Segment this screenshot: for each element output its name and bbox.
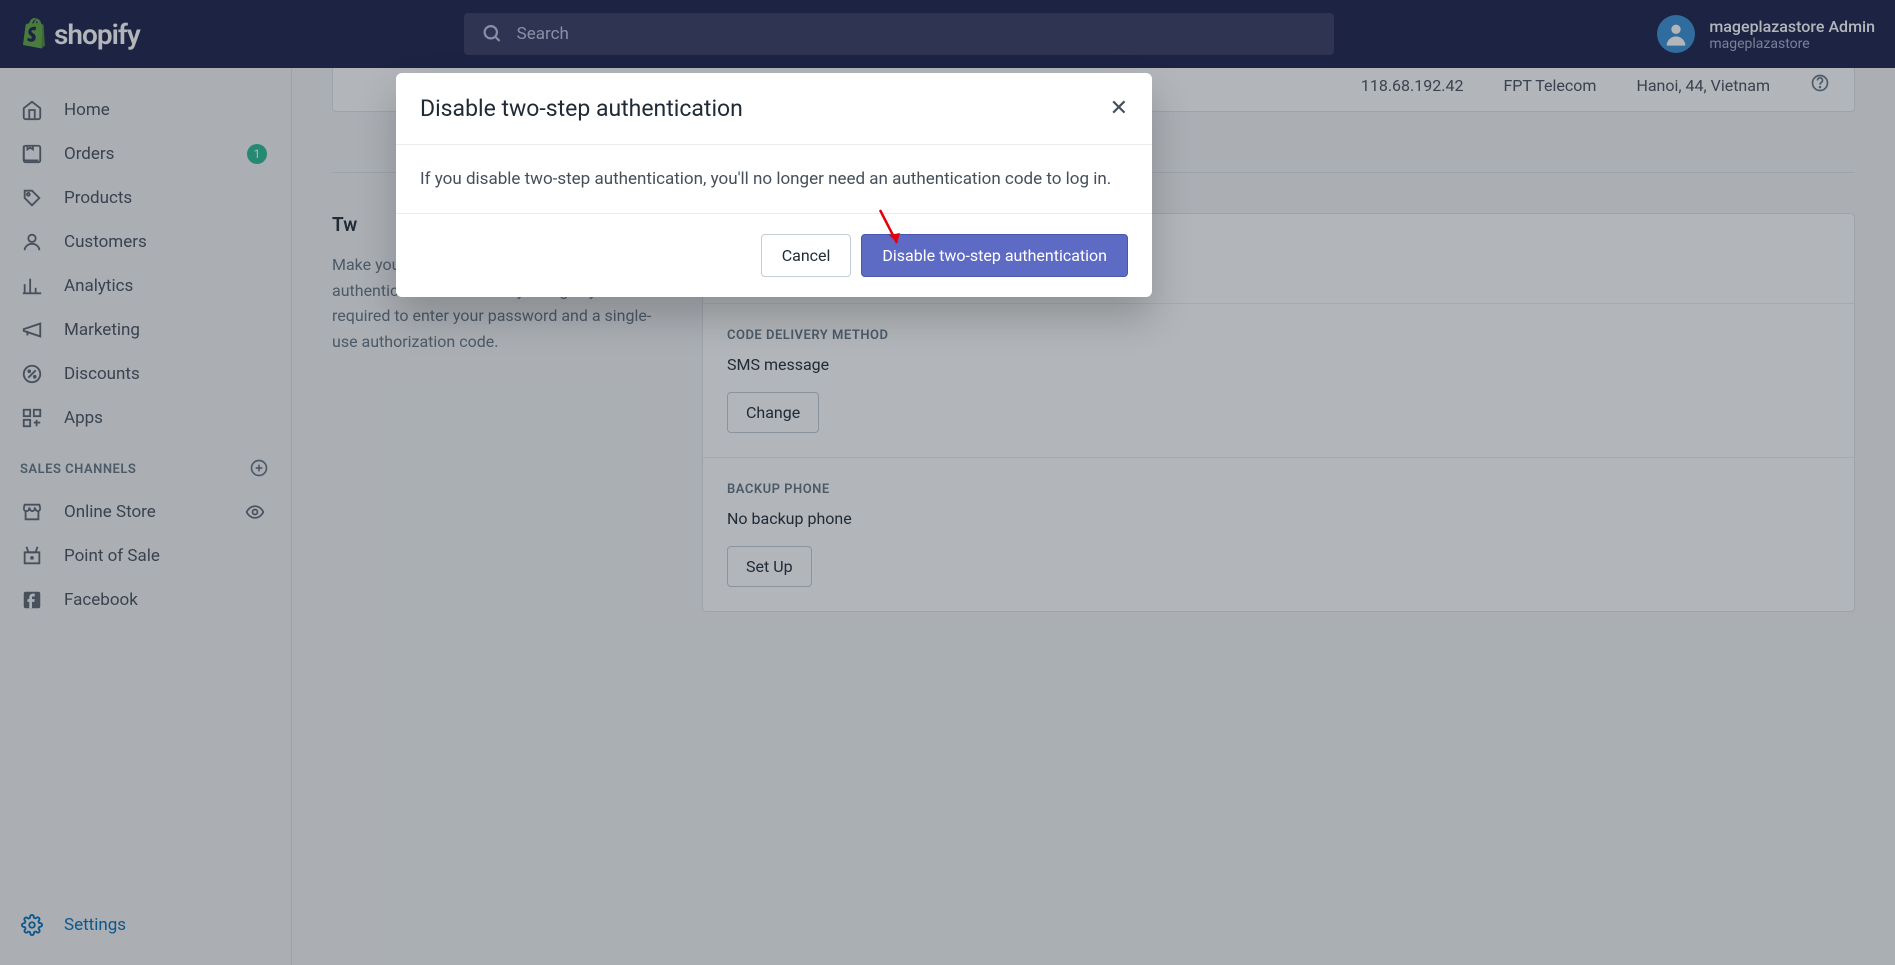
modal-body: If you disable two-step authentication, … [396,145,1152,214]
confirm-disable-button[interactable]: Disable two-step authentication [861,234,1128,277]
modal-title: Disable two-step authentication [420,95,743,122]
close-icon[interactable]: ✕ [1110,96,1128,121]
disable-2fa-modal: Disable two-step authentication ✕ If you… [396,73,1152,297]
cancel-button[interactable]: Cancel [761,234,852,277]
